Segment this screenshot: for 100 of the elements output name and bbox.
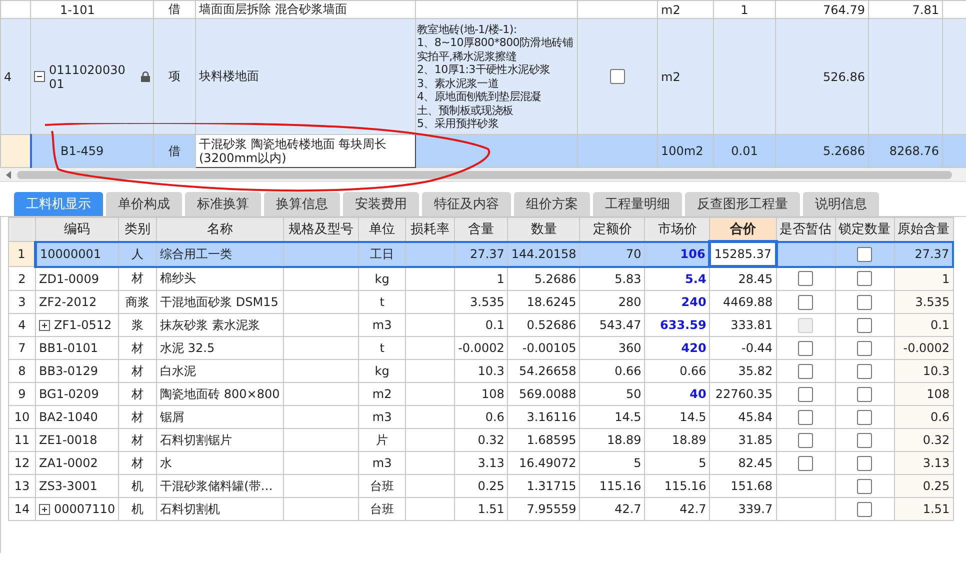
- original-content-text: -0.0002: [903, 341, 950, 355]
- resource-row[interactable]: 8 BB3-0129 材 白水泥 kg 10.3 54.26658 0.66 0.66 35.82 10.3: [8, 360, 954, 382]
- total-price-text: 151.68: [730, 479, 773, 493]
- resource-type: 浆: [132, 318, 144, 332]
- content-text: 3.13: [478, 456, 504, 470]
- row-number: 4: [18, 318, 26, 332]
- lock-quantity-checkbox[interactable]: [857, 271, 872, 286]
- resource-row[interactable]: 14 00007110 机 石料切割机 台班 1.51 7.95559 42.7 42.7 339.7 1.51: [8, 498, 954, 520]
- original-content-text: 1: [942, 272, 950, 286]
- resource-row[interactable]: 2 ZD1-0009 材 棉纱头 kg 1 5.2686 5.83 5.4 28.45 1: [8, 266, 954, 290]
- resource-row[interactable]: 1 10000001 人 综合用工一类 工日 27.37 144.20158 70 106 15285.37 27.37: [8, 242, 954, 266]
- checkbox[interactable]: [610, 69, 625, 84]
- lock-quantity-checkbox[interactable]: [857, 502, 872, 517]
- resource-row[interactable]: 3 ZF2-2012 商浆 干混地面砂浆 DSM15 t 3.535 18.6245 280 240 4469.88 3.535: [8, 290, 954, 314]
- estimate-checkbox[interactable]: [798, 294, 814, 310]
- resource-code: ZD1-0009: [39, 272, 99, 286]
- item-name: 块料楼地面: [199, 69, 259, 83]
- tab[interactable]: 特征及内容: [422, 192, 511, 216]
- estimate-checkbox[interactable]: [798, 456, 814, 471]
- item-row[interactable]: 4 011102003001 项 块料楼地面 教室地砖(地-1/楼-1): 1、8~10厚800*800防滑地砖铺 实拍平,稀水泥浆擦缝 2、10厚1:3干硬性水泥砂浆 3、素水泥浆一道 4、原地面刨铣到垫层混凝 土、预制板或现浇板 5、采用预拌砂浆 m2 526.86: [0, 18, 966, 134]
- row-number: 1: [18, 247, 26, 261]
- resource-name: 综合用工一类: [160, 246, 232, 260]
- resource-row[interactable]: 10 BA2-1040 材 锯屑 m3 0.6 3.16116 14.5 14.5 45.84 0.6: [8, 406, 954, 428]
- quantity-text: 0.52686: [526, 318, 576, 332]
- tab[interactable]: 说明信息: [803, 192, 879, 216]
- unit-text: m2: [661, 2, 680, 16]
- lock-quantity-checkbox[interactable]: [857, 294, 872, 310]
- market-price-text: 14.5: [680, 410, 706, 424]
- tab[interactable]: 单价构成: [106, 192, 182, 216]
- lock-quantity-checkbox[interactable]: [857, 364, 872, 379]
- content-text: 0.6: [485, 410, 504, 424]
- quantity-text: 144.20158: [511, 247, 576, 261]
- item-row[interactable]: 1-101 借 墙面面层拆除 混合砂浆墙面 m2 1 764.79 7.81: [0, 0, 966, 18]
- total-price-text: 28.45: [738, 272, 773, 286]
- quantity-text: 1.31715: [526, 479, 576, 493]
- resource-row[interactable]: 7 BB1-0101 材 水泥 32.5 t -0.0002 -0.00105 360 420 -0.44 -0.0002: [8, 336, 954, 360]
- lock-quantity-checkbox[interactable]: [857, 478, 872, 494]
- resource-code: BA2-1040: [39, 410, 98, 424]
- quantity-text: -0.00105: [522, 341, 576, 355]
- expand-icon[interactable]: [39, 320, 50, 330]
- item-name: 墙面面层拆除 混合砂浆墙面: [199, 2, 347, 16]
- tab[interactable]: 换算信息: [264, 192, 340, 216]
- horizontal-scrollbar[interactable]: [0, 168, 966, 182]
- lock-quantity-checkbox[interactable]: [857, 432, 872, 448]
- quota-price-text: 543.47: [599, 318, 642, 332]
- resource-row[interactable]: 12 ZA1-0002 材 水 m3 3.13 16.49072 5 5 82.45 3.13: [8, 452, 954, 474]
- tab[interactable]: 安装费用: [343, 192, 419, 216]
- tab[interactable]: 工程量明细: [593, 192, 682, 216]
- item-row[interactable]: B1-459 借 干混砂浆 陶瓷地砖楼地面 每块周长(3200mm以内) 100m2 0.01 5.2686 8268.76: [0, 134, 966, 168]
- resource-type: 材: [132, 386, 144, 400]
- lock-quantity-checkbox[interactable]: [857, 246, 872, 262]
- resource-row[interactable]: 13 ZS3-3001 机 干混砂浆储料罐(带… 台班 0.25 1.31715 115.16 115.16 151.68 0.25: [8, 474, 954, 498]
- total-price-text: -0.44: [742, 341, 773, 355]
- resource-row[interactable]: 9 BG1-0209 材 陶瓷地面砖 800×800 m2 108 569.0088 50 40 22760.35 108: [8, 382, 954, 406]
- market-price-text: 5.4: [685, 272, 706, 286]
- estimate-checkbox[interactable]: [798, 271, 814, 286]
- quantity-text: 54.26658: [519, 364, 576, 378]
- estimate-checkbox[interactable]: [798, 364, 814, 379]
- resource-code: ZA1-0002: [39, 456, 98, 470]
- total-price-text: 45.84: [738, 410, 773, 424]
- lock-quantity-checkbox[interactable]: [857, 456, 872, 471]
- lock-quantity-checkbox[interactable]: [857, 340, 872, 356]
- resource-row[interactable]: 11 ZE1-0018 材 石料切割锯片 片 0.32 1.68595 18.89 18.89 31.85 0.32: [8, 428, 954, 452]
- resource-name: 干混地面砂浆 DSM15: [160, 294, 278, 308]
- resource-code: 00007110: [54, 502, 116, 516]
- quantity-text: 16.49072: [519, 456, 576, 470]
- estimate-checkbox[interactable]: [798, 432, 814, 448]
- unit-text: 100m2: [661, 144, 704, 158]
- row-number: 4: [4, 70, 12, 84]
- row-number: 14: [14, 502, 30, 516]
- quota-price-text: 42.7: [614, 502, 642, 516]
- resource-type: 材: [132, 364, 144, 378]
- expand-icon[interactable]: [39, 504, 50, 514]
- estimate-checkbox[interactable]: [798, 410, 814, 425]
- column-header[interactable]: 名称: [207, 222, 234, 238]
- unit-text: kg: [374, 364, 390, 378]
- lock-quantity-checkbox[interactable]: [857, 318, 872, 333]
- unit-text: 台班: [370, 502, 394, 516]
- resource-type: 材: [132, 456, 144, 470]
- estimate-checkbox[interactable]: [798, 340, 814, 356]
- resource-type: 人: [132, 246, 144, 260]
- row-number: 3: [18, 295, 26, 309]
- lock-quantity-checkbox[interactable]: [857, 410, 872, 425]
- quota-price-text: 0.66: [614, 364, 642, 378]
- content-text: 1: [496, 272, 504, 286]
- tab[interactable]: 反查图形工程量: [685, 192, 800, 216]
- unit-price-text: 526.86: [823, 70, 865, 84]
- tab[interactable]: 标准换算: [185, 192, 261, 216]
- resource-type: 机: [132, 478, 144, 492]
- tab[interactable]: 组价方案: [514, 192, 590, 216]
- content-text: 1.51: [478, 502, 504, 516]
- resource-row[interactable]: 4 ZF1-0512 浆 抹灰砂浆 素水泥浆 m3 0.1 0.52686 543.47 633.59 333.81 0.1: [8, 314, 954, 336]
- scroll-left-icon[interactable]: [5, 170, 13, 178]
- original-content-text: 10.3: [922, 364, 950, 378]
- quantity-text: 569.0088: [519, 387, 576, 401]
- quota-price-text: 5: [634, 456, 642, 470]
- market-price-text: 5: [698, 456, 706, 470]
- lock-quantity-checkbox[interactable]: [857, 386, 872, 402]
- estimate-checkbox[interactable]: [798, 386, 814, 402]
- collapse-icon[interactable]: [34, 71, 45, 82]
